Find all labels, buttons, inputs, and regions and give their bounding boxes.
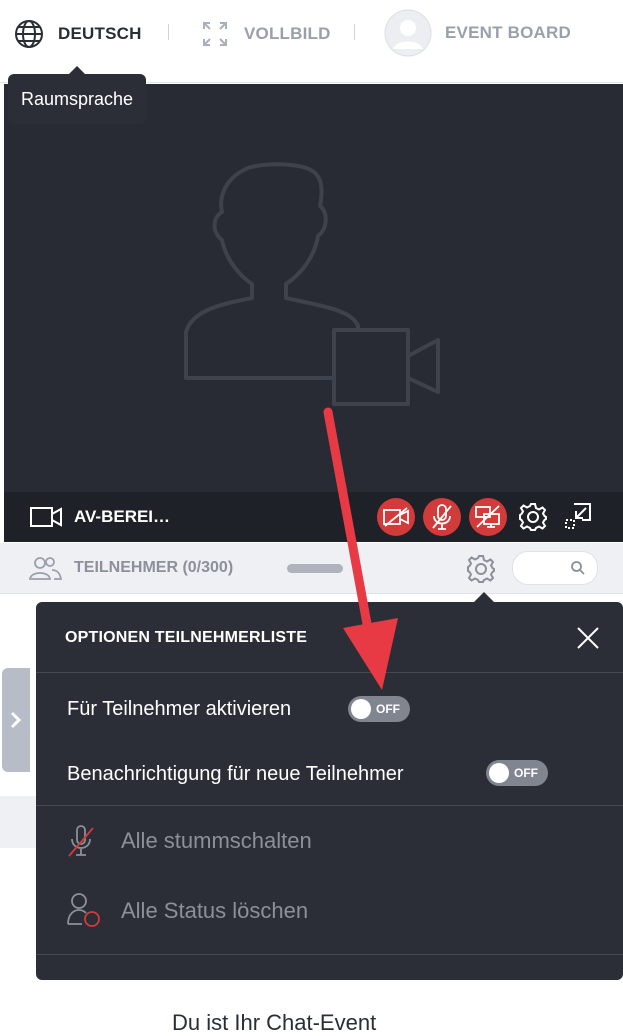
screen-share-off-button[interactable] [469, 498, 507, 536]
room-language-tooltip: Raumsprache [8, 66, 146, 124]
gear-icon [519, 503, 547, 531]
divider [36, 954, 623, 955]
toggle-state: OFF [514, 766, 538, 780]
users-icon [28, 557, 62, 580]
participants-settings-button[interactable] [466, 554, 496, 589]
event-board-button[interactable]: EVENT BOARD [384, 8, 571, 58]
avatar-icon [384, 9, 432, 57]
av-section-title: AV-BEREI… [30, 506, 170, 528]
fullscreen-button[interactable]: VOLLBILD [202, 14, 331, 54]
mic-off-button[interactable] [423, 498, 461, 536]
chevron-right-icon [10, 711, 22, 729]
option-notification-label: Benachrichtigung für neue Teilnehmer [67, 763, 404, 785]
participants-count-label: TEILNEHMER (0/300) [74, 559, 234, 576]
language-button[interactable]: DEUTSCH [14, 14, 142, 54]
toggle-knob [351, 699, 371, 719]
minimize-button[interactable] [562, 500, 594, 537]
video-camera-icon [30, 507, 62, 527]
minimize-window-icon [565, 503, 591, 529]
panel-title: OPTIONEN TEILNEHMERLISTE [65, 629, 308, 646]
event-board-label: EVENT BOARD [445, 23, 571, 42]
divider [354, 24, 355, 40]
option-enable-label: Für Teilnehmer aktivieren [67, 698, 292, 720]
mic-muted-icon [68, 825, 94, 857]
user-clear-icon [67, 893, 100, 927]
tooltip-text: Raumsprache [20, 88, 134, 109]
gear-icon [467, 555, 495, 583]
search-icon [571, 561, 585, 575]
video-area [4, 84, 623, 540]
toggle-state: OFF [376, 702, 400, 716]
participants-header[interactable]: TEILNEHMER (0/300) [28, 555, 233, 581]
divider [168, 24, 169, 40]
clear-all-status-action[interactable]: Alle Status löschen [66, 892, 308, 933]
new-participant-notification-toggle[interactable]: OFF [486, 760, 548, 786]
av-title-label: AV-BEREI… [74, 507, 171, 526]
close-icon [577, 627, 599, 649]
mute-all-label: Alle stummschalten [121, 828, 312, 853]
fullscreen-label: VOLLBILD [244, 24, 331, 43]
clear-all-status-label: Alle Status löschen [121, 898, 309, 923]
divider [36, 672, 623, 673]
search-input[interactable] [512, 551, 598, 585]
participant-list-options-panel: OPTIONEN TEILNEHMERLISTE Für Teilnehmer … [36, 592, 623, 980]
top-bar: DEUTSCH VOLLBILD EVENT BOARD [0, 0, 623, 83]
participants-bar: TEILNEHMER (0/300) [0, 543, 623, 594]
av-settings-button[interactable] [518, 502, 548, 537]
camera-off-button[interactable] [377, 498, 415, 536]
enable-for-participants-toggle[interactable]: OFF [348, 696, 410, 722]
close-button[interactable] [574, 624, 602, 652]
footer-text: Du ist Ihr Chat-Event [172, 1010, 377, 1035]
user-camera-placeholder-icon [184, 162, 440, 406]
language-label: DEUTSCH [58, 24, 142, 43]
screen-share-off-icon [475, 505, 500, 528]
mute-all-action[interactable]: Alle stummschalten [66, 824, 312, 863]
mic-off-icon [432, 504, 452, 530]
expand-icon [203, 22, 227, 46]
divider [36, 805, 623, 806]
drag-handle[interactable] [287, 564, 343, 573]
side-expand-tab[interactable] [2, 668, 30, 772]
av-bar: AV-BEREI… [4, 492, 623, 542]
globe-icon [15, 20, 43, 48]
toggle-knob [489, 763, 509, 783]
camera-off-icon [383, 507, 409, 527]
